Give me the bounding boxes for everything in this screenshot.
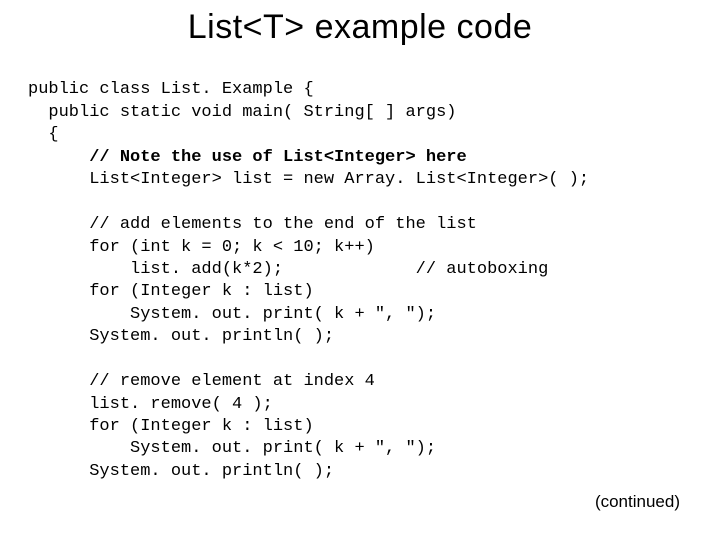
- code-line: for (Integer k : list): [28, 282, 314, 301]
- code-line: public static void main( String[ ] args): [28, 103, 456, 122]
- code-line: System. out. print( k + ", ");: [28, 305, 436, 324]
- slide-title: List<T> example code: [28, 8, 692, 47]
- code-line: for (Integer k : list): [28, 417, 314, 436]
- code-line: {: [28, 125, 59, 144]
- code-line: System. out. print( k + ", ");: [28, 439, 436, 458]
- code-block: public class List. Example { public stat…: [28, 57, 692, 483]
- code-line-bold: // Note the use of List<Integer> here: [28, 148, 467, 167]
- code-line: // remove element at index 4: [28, 372, 375, 391]
- code-line: list. remove( 4 );: [28, 395, 273, 414]
- slide: List<T> example code public class List. …: [0, 0, 720, 540]
- code-line: // add elements to the end of the list: [28, 215, 477, 234]
- code-line: System. out. println( );: [28, 327, 334, 346]
- continued-label: (continued): [595, 492, 680, 512]
- code-line: list. add(k*2); // autoboxing: [28, 260, 548, 279]
- code-line: public class List. Example {: [28, 80, 314, 99]
- code-line: System. out. println( );: [28, 462, 334, 481]
- code-line: List<Integer> list = new Array. List<Int…: [28, 170, 589, 189]
- code-line: for (int k = 0; k < 10; k++): [28, 238, 375, 257]
